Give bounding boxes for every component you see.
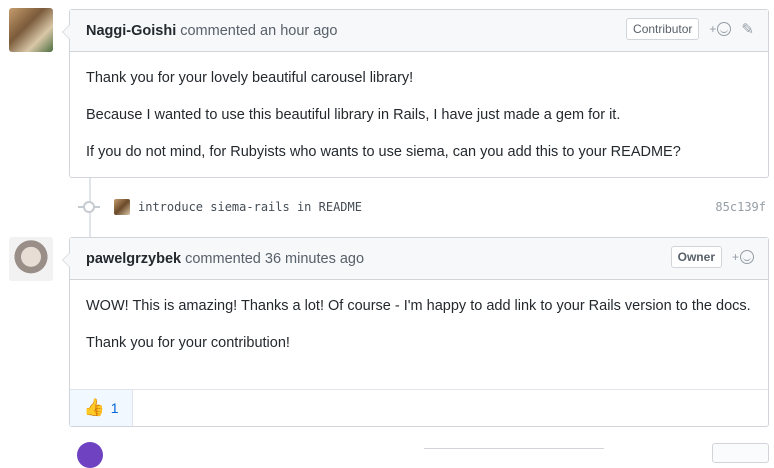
avatar-pawelgrzybek[interactable] [9, 237, 53, 281]
reaction-count: 1 [110, 400, 119, 416]
thumbs-up-reaction-button[interactable]: 👍 1 [70, 390, 133, 426]
comment-action: commented [185, 250, 261, 267]
commit-message[interactable]: introduce siema-rails in README [138, 200, 362, 214]
comment-timestamp[interactable]: an hour ago [260, 23, 337, 39]
comment-body: WOW! This is amazing! Thanks a lot! Of c… [70, 280, 768, 354]
comment-body: Thank you for your lovely beautiful caro… [70, 52, 768, 163]
plus-icon: + [731, 250, 739, 264]
pencil-icon[interactable]: ✎ [741, 20, 754, 38]
comment-actions: Contributor + ✎ [626, 18, 754, 40]
comment-header: pawelgrzybek commented 36 minutes ago Ow… [70, 238, 768, 280]
comment-header: Naggi-Goishi commented an hour ago Contr… [70, 10, 768, 52]
role-badge: Contributor [626, 18, 700, 40]
comment-actions: Owner + [670, 246, 754, 268]
comment-paragraph: WOW! This is amazing! Thanks a lot! Of c… [86, 298, 751, 314]
smiley-icon [740, 250, 754, 264]
comment-paragraph: Thank you for your contribution! [86, 335, 290, 351]
next-item-button[interactable] [712, 443, 769, 463]
reactions-bar: 👍 1 [70, 389, 768, 426]
plus-icon: + [709, 22, 717, 36]
add-reaction-button[interactable]: + [709, 22, 732, 36]
smiley-icon [717, 22, 732, 36]
commit-author-avatar[interactable] [114, 199, 130, 215]
comment-author[interactable]: Naggi-Goishi [86, 23, 176, 39]
comment-naggi-goishi: Naggi-Goishi commented an hour ago Contr… [62, 9, 769, 178]
comment-author[interactable]: pawelgrzybek [86, 251, 181, 267]
avatar-next[interactable] [77, 442, 103, 468]
comment-paragraph: If you do not mind, for Rubyists who wan… [86, 144, 681, 160]
role-badge: Owner [670, 246, 722, 268]
commit-icon [78, 201, 100, 213]
commit-sha[interactable]: 85c139f [715, 200, 766, 214]
thumbs-up-icon: 👍 [83, 398, 105, 417]
comment-paragraph: Because I wanted to use this beautiful l… [86, 107, 621, 123]
comment-action: commented [180, 22, 256, 39]
comment-pawelgrzybek: pawelgrzybek commented 36 minutes ago Ow… [62, 237, 769, 427]
comment-timestamp[interactable]: 36 minutes ago [265, 251, 364, 267]
add-reaction-button[interactable]: + [732, 250, 754, 264]
avatar-naggi-goishi[interactable] [9, 8, 53, 52]
comment-paragraph: Thank you for your lovely beautiful caro… [86, 70, 414, 86]
timeline-commit: introduce siema-rails in README 85c139f [78, 196, 766, 218]
